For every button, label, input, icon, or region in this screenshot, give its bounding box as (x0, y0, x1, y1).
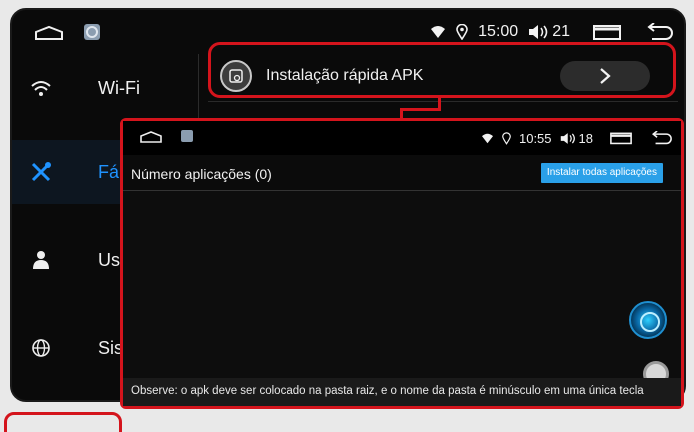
apk-install-label: Instalação rápida APK (266, 66, 424, 84)
app-count-title: Número aplicações (0) (131, 166, 272, 182)
status-bar: 15:00 21 (12, 10, 684, 54)
install-all-button[interactable]: Instalar todas aplicações (540, 163, 663, 183)
user-icon (33, 251, 49, 269)
floating-assistant-icon[interactable] (629, 301, 667, 339)
status-time: 15:00 (478, 23, 519, 40)
tools-icon (31, 162, 51, 182)
recent-apps-icon[interactable] (592, 23, 622, 41)
installer-footer: Observe: o apk deve ser colocado na past… (123, 378, 681, 406)
bottom-highlight (4, 412, 122, 432)
apk-quick-install-row[interactable]: Instalação rápida APK (208, 50, 678, 102)
apk-install-open-button[interactable] (560, 60, 650, 91)
footer-note: Observe: o apk deve ser colocado na past… (131, 385, 644, 397)
volume-icon[interactable] (560, 132, 577, 145)
location-icon (456, 24, 468, 40)
location-icon (502, 131, 511, 145)
wifi-status-icon (431, 26, 446, 38)
app-notification-icon (181, 130, 193, 142)
status-time: 10:55 (518, 130, 552, 146)
installer-status-bar: 10:55 18 (123, 121, 681, 155)
back-icon[interactable] (644, 23, 674, 41)
volume-level: 18 (578, 130, 593, 146)
volume-icon[interactable] (528, 24, 550, 40)
sidebar-item-wifi[interactable]: Wi-Fi (12, 56, 198, 120)
app-notification-icon (84, 24, 100, 40)
home-icon[interactable] (34, 25, 64, 41)
back-icon[interactable] (649, 131, 673, 145)
globe-icon (32, 339, 50, 357)
home-icon[interactable] (140, 131, 162, 143)
app-list (123, 191, 681, 378)
apk-install-icon (220, 59, 252, 92)
recent-apps-icon[interactable] (609, 131, 633, 145)
volume-level: 21 (552, 23, 570, 40)
wifi-icon (31, 81, 51, 96)
chevron-right-icon (600, 67, 611, 84)
sidebar-item-label: Wi-Fi (98, 77, 140, 98)
wifi-status-icon (481, 133, 493, 143)
highlight-connector (400, 108, 403, 122)
highlight-connector (400, 108, 441, 111)
installer-header: Número aplicações (0) Instalar todas apl… (123, 155, 681, 191)
apk-installer-screen: 10:55 18 Número aplicações (0) Instalar … (123, 121, 681, 406)
